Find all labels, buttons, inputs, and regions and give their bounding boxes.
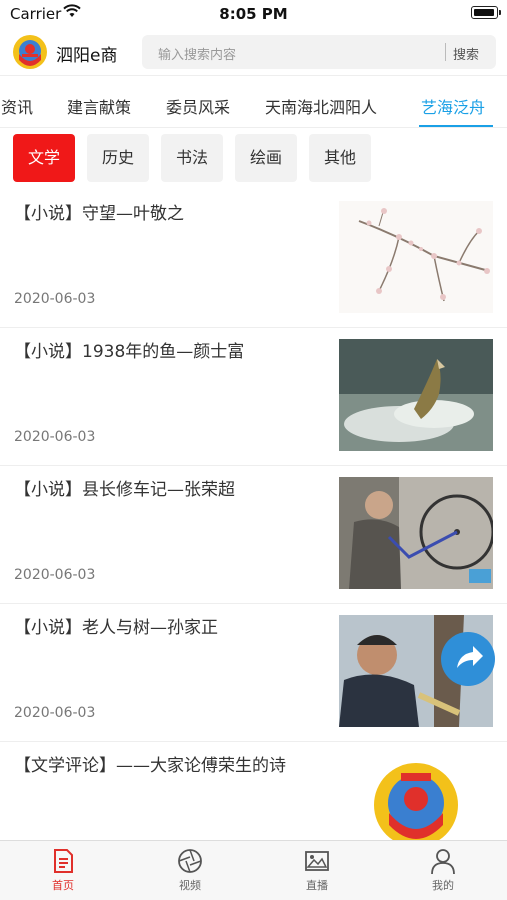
- tab-news[interactable]: 泗阳资讯: [0, 94, 33, 118]
- battery-icon: [471, 6, 501, 19]
- person-icon: [431, 849, 455, 875]
- list-item[interactable]: 【小说】老人与树—孙家正 2020-06-03: [0, 604, 507, 742]
- chip-history[interactable]: 历史: [87, 134, 149, 182]
- cppcc-emblem-image: [339, 753, 493, 849]
- list-item[interactable]: 【小说】1938年的鱼—颜士富 2020-06-03: [0, 328, 507, 466]
- tab-members[interactable]: 委员风采: [166, 94, 230, 118]
- search-button[interactable]: 搜索: [453, 44, 479, 63]
- tabbar-label: 直播: [306, 879, 328, 892]
- article-title: 【小说】守望—叶敬之: [14, 204, 184, 224]
- chip-other[interactable]: 其他: [309, 134, 371, 182]
- article-title: 【小说】老人与树—孙家正: [14, 618, 218, 638]
- document-icon: [54, 849, 73, 873]
- chip-literature[interactable]: 文学: [13, 134, 75, 182]
- clock: 8:05 PM: [219, 5, 288, 23]
- bicycle-repair-image: [339, 477, 493, 589]
- search-divider: [445, 43, 446, 61]
- app-header: 泗阳e商 输入搜索内容 搜索: [0, 28, 507, 76]
- share-button[interactable]: [441, 632, 495, 686]
- article-title: 【文学评论】——大家论傅荣生的诗: [14, 756, 286, 776]
- tabbar-label: 视频: [179, 879, 201, 892]
- chip-painting[interactable]: 绘画: [235, 134, 297, 182]
- article-title: 【小说】县长修车记—张荣超: [14, 480, 235, 500]
- tabbar-label: 首页: [52, 879, 74, 892]
- tab-arts[interactable]: 艺海泛舟: [421, 94, 485, 118]
- tab-active-indicator: [419, 125, 493, 127]
- chip-calligraphy[interactable]: 书法: [161, 134, 223, 182]
- cppcc-logo-icon[interactable]: [12, 34, 48, 70]
- search-placeholder: 输入搜索内容: [158, 48, 237, 63]
- status-bar: Carrier 8:05 PM: [0, 0, 507, 28]
- article-date: 2020-06-03: [14, 705, 96, 721]
- category-tabs: 泗阳资讯 建言献策 委员风采 天南海北泗阳人 艺海泛舟: [0, 76, 507, 128]
- list-item[interactable]: 【小说】守望—叶敬之 2020-06-03: [0, 190, 507, 328]
- share-arrow-icon: [457, 646, 483, 668]
- picture-icon: [305, 851, 329, 871]
- list-item[interactable]: 【小说】县长修车记—张荣超 2020-06-03: [0, 466, 507, 604]
- article-date: 2020-06-03: [14, 291, 96, 307]
- tab-suggestions[interactable]: 建言献策: [67, 94, 131, 118]
- article-title: 【小说】1938年的鱼—颜士富: [14, 342, 245, 362]
- tabbar-live[interactable]: 直播: [287, 847, 347, 893]
- leaping-fish-image: [339, 339, 493, 451]
- tabbar-label: 我的: [432, 879, 454, 892]
- tabbar-video[interactable]: 视频: [160, 847, 220, 893]
- article-date: 2020-06-03: [14, 429, 96, 445]
- article-date: 2020-06-03: [14, 567, 96, 583]
- tabbar-home[interactable]: 首页: [33, 847, 93, 893]
- tab-siyang-people[interactable]: 天南海北泗阳人: [265, 94, 377, 118]
- blossom-branch-image: [339, 201, 493, 313]
- search-input[interactable]: 输入搜索内容 搜索: [142, 35, 496, 69]
- tabbar-profile[interactable]: 我的: [413, 847, 473, 893]
- subcategory-chips: 文学 历史 书法 绘画 其他: [0, 134, 507, 184]
- bottom-tab-bar: 首页 视频 直播 我的: [0, 840, 507, 900]
- app-name: 泗阳e商: [56, 46, 118, 66]
- aperture-icon: [178, 849, 202, 873]
